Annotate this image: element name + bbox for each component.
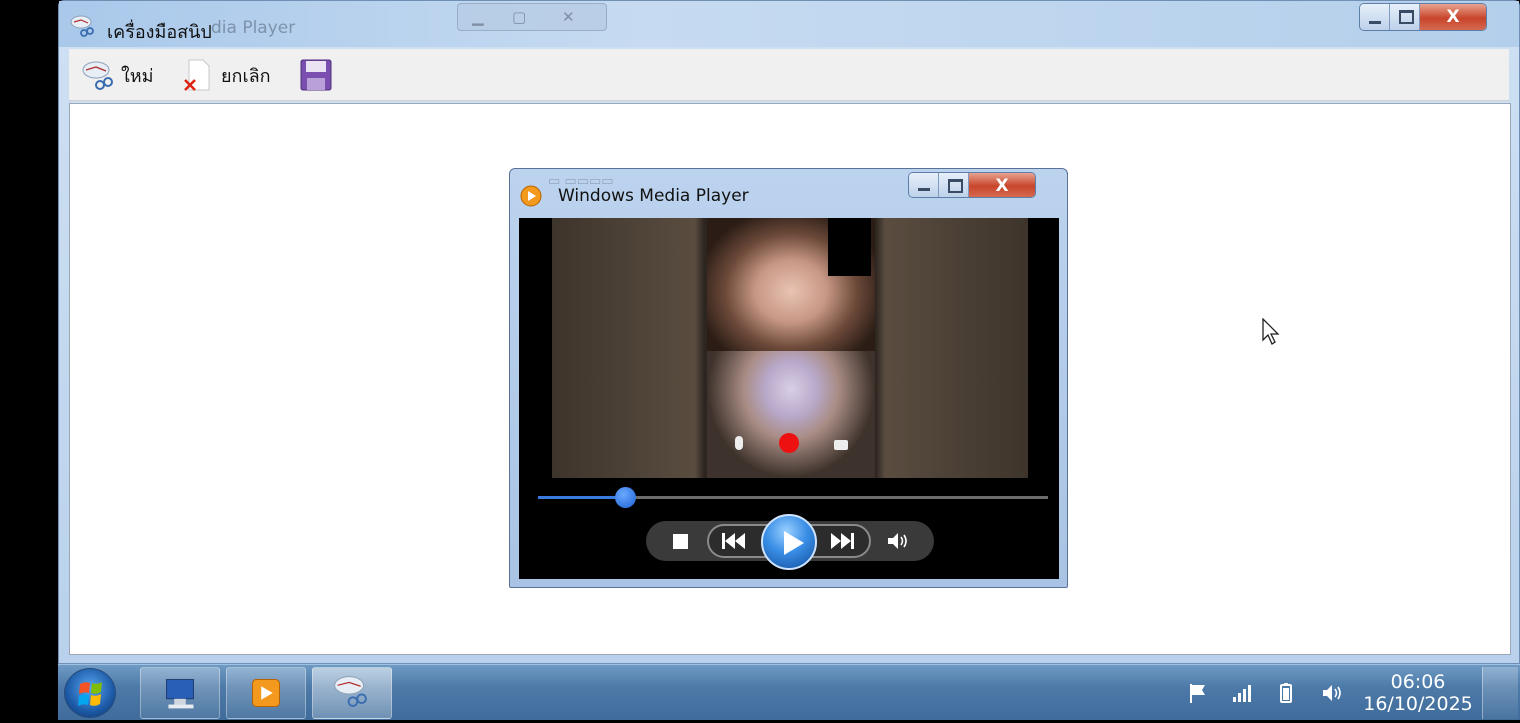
snipping-tool-titlebar[interactable]: เครื่องมือสนิป dia Player ▁ ▢ ✕ X [59,1,1519,47]
play-button[interactable] [761,514,817,570]
new-snip-icon [82,61,113,90]
cancel-button[interactable]: ยกเลิก [181,57,271,93]
floppy-disk-icon [300,59,332,91]
end-call-icon [779,433,799,453]
wmp-close-button[interactable]: X [969,173,1035,197]
computer-icon [166,679,194,709]
new-snip-label: ใหม่ [121,65,154,87]
media-player-icon [252,679,280,707]
taskbar: 06:06 16/10/2025 [58,664,1520,720]
media-player-window: ▭ ▭▭▭▭ Windows Media Player X [509,168,1068,588]
snipping-tool-title: เครื่องมือสนิป [107,22,212,43]
media-player-icon [520,185,542,207]
maximize-button[interactable] [1390,4,1420,30]
volume-icon[interactable] [886,531,910,551]
background-window-caption-buttons: ▁ ▢ ✕ [457,3,607,31]
snipping-tool-toolbar: ใหม่ ยกเลิก [69,49,1509,101]
mouse-cursor-icon [1262,318,1280,345]
taskbar-computer-button[interactable] [140,667,220,719]
new-snip-button[interactable]: ใหม่ [81,57,154,93]
clock-date[interactable]: 16/10/2025 [1358,693,1478,715]
playback-controls [646,514,934,570]
video-caller-bottom [707,351,875,478]
camera-icon [834,440,848,450]
flag-icon[interactable] [1186,681,1210,705]
snipping-tool-icon [334,676,367,707]
signal-icon[interactable] [1230,681,1254,705]
stop-button[interactable] [673,534,688,549]
show-desktop-button[interactable] [1482,667,1518,719]
seek-thumb[interactable] [614,487,636,508]
next-icon[interactable] [827,530,857,552]
close-icon: X [995,176,1009,196]
microphone-icon [735,436,743,450]
scissors-icon [70,15,94,37]
minimize-button[interactable] [1360,4,1390,30]
close-icon: X [1446,7,1460,27]
seek-bar-progress [538,496,625,499]
video-frame[interactable] [552,218,1028,478]
media-player-title: Windows Media Player [558,186,749,206]
background-window-title: dia Player [211,18,296,38]
cancel-label: ยกเลิก [221,65,271,87]
media-player-caption-buttons: X [908,172,1036,198]
start-button[interactable] [64,668,116,718]
taskbar-media-player-button[interactable] [226,667,306,719]
seek-bar[interactable] [538,487,1048,508]
video-redaction-box [828,218,871,276]
previous-icon[interactable] [719,530,749,552]
battery-icon[interactable] [1274,681,1298,705]
cancel-icon [184,59,210,91]
wmp-maximize-button[interactable] [939,173,969,197]
clock-time[interactable]: 06:06 [1358,671,1478,693]
close-button[interactable]: X [1420,4,1486,30]
taskbar-snipping-tool-button[interactable] [312,667,392,719]
windows-logo-icon [78,682,102,706]
media-player-screen [519,218,1059,579]
desktop-screen: เครื่องมือสนิป dia Player ▁ ▢ ✕ X ใหม่ ย… [0,0,1520,720]
save-button[interactable] [299,57,339,93]
snipping-tool-caption-buttons: X [1359,3,1487,31]
volume-icon[interactable] [1320,681,1344,705]
wmp-minimize-button[interactable] [909,173,939,197]
